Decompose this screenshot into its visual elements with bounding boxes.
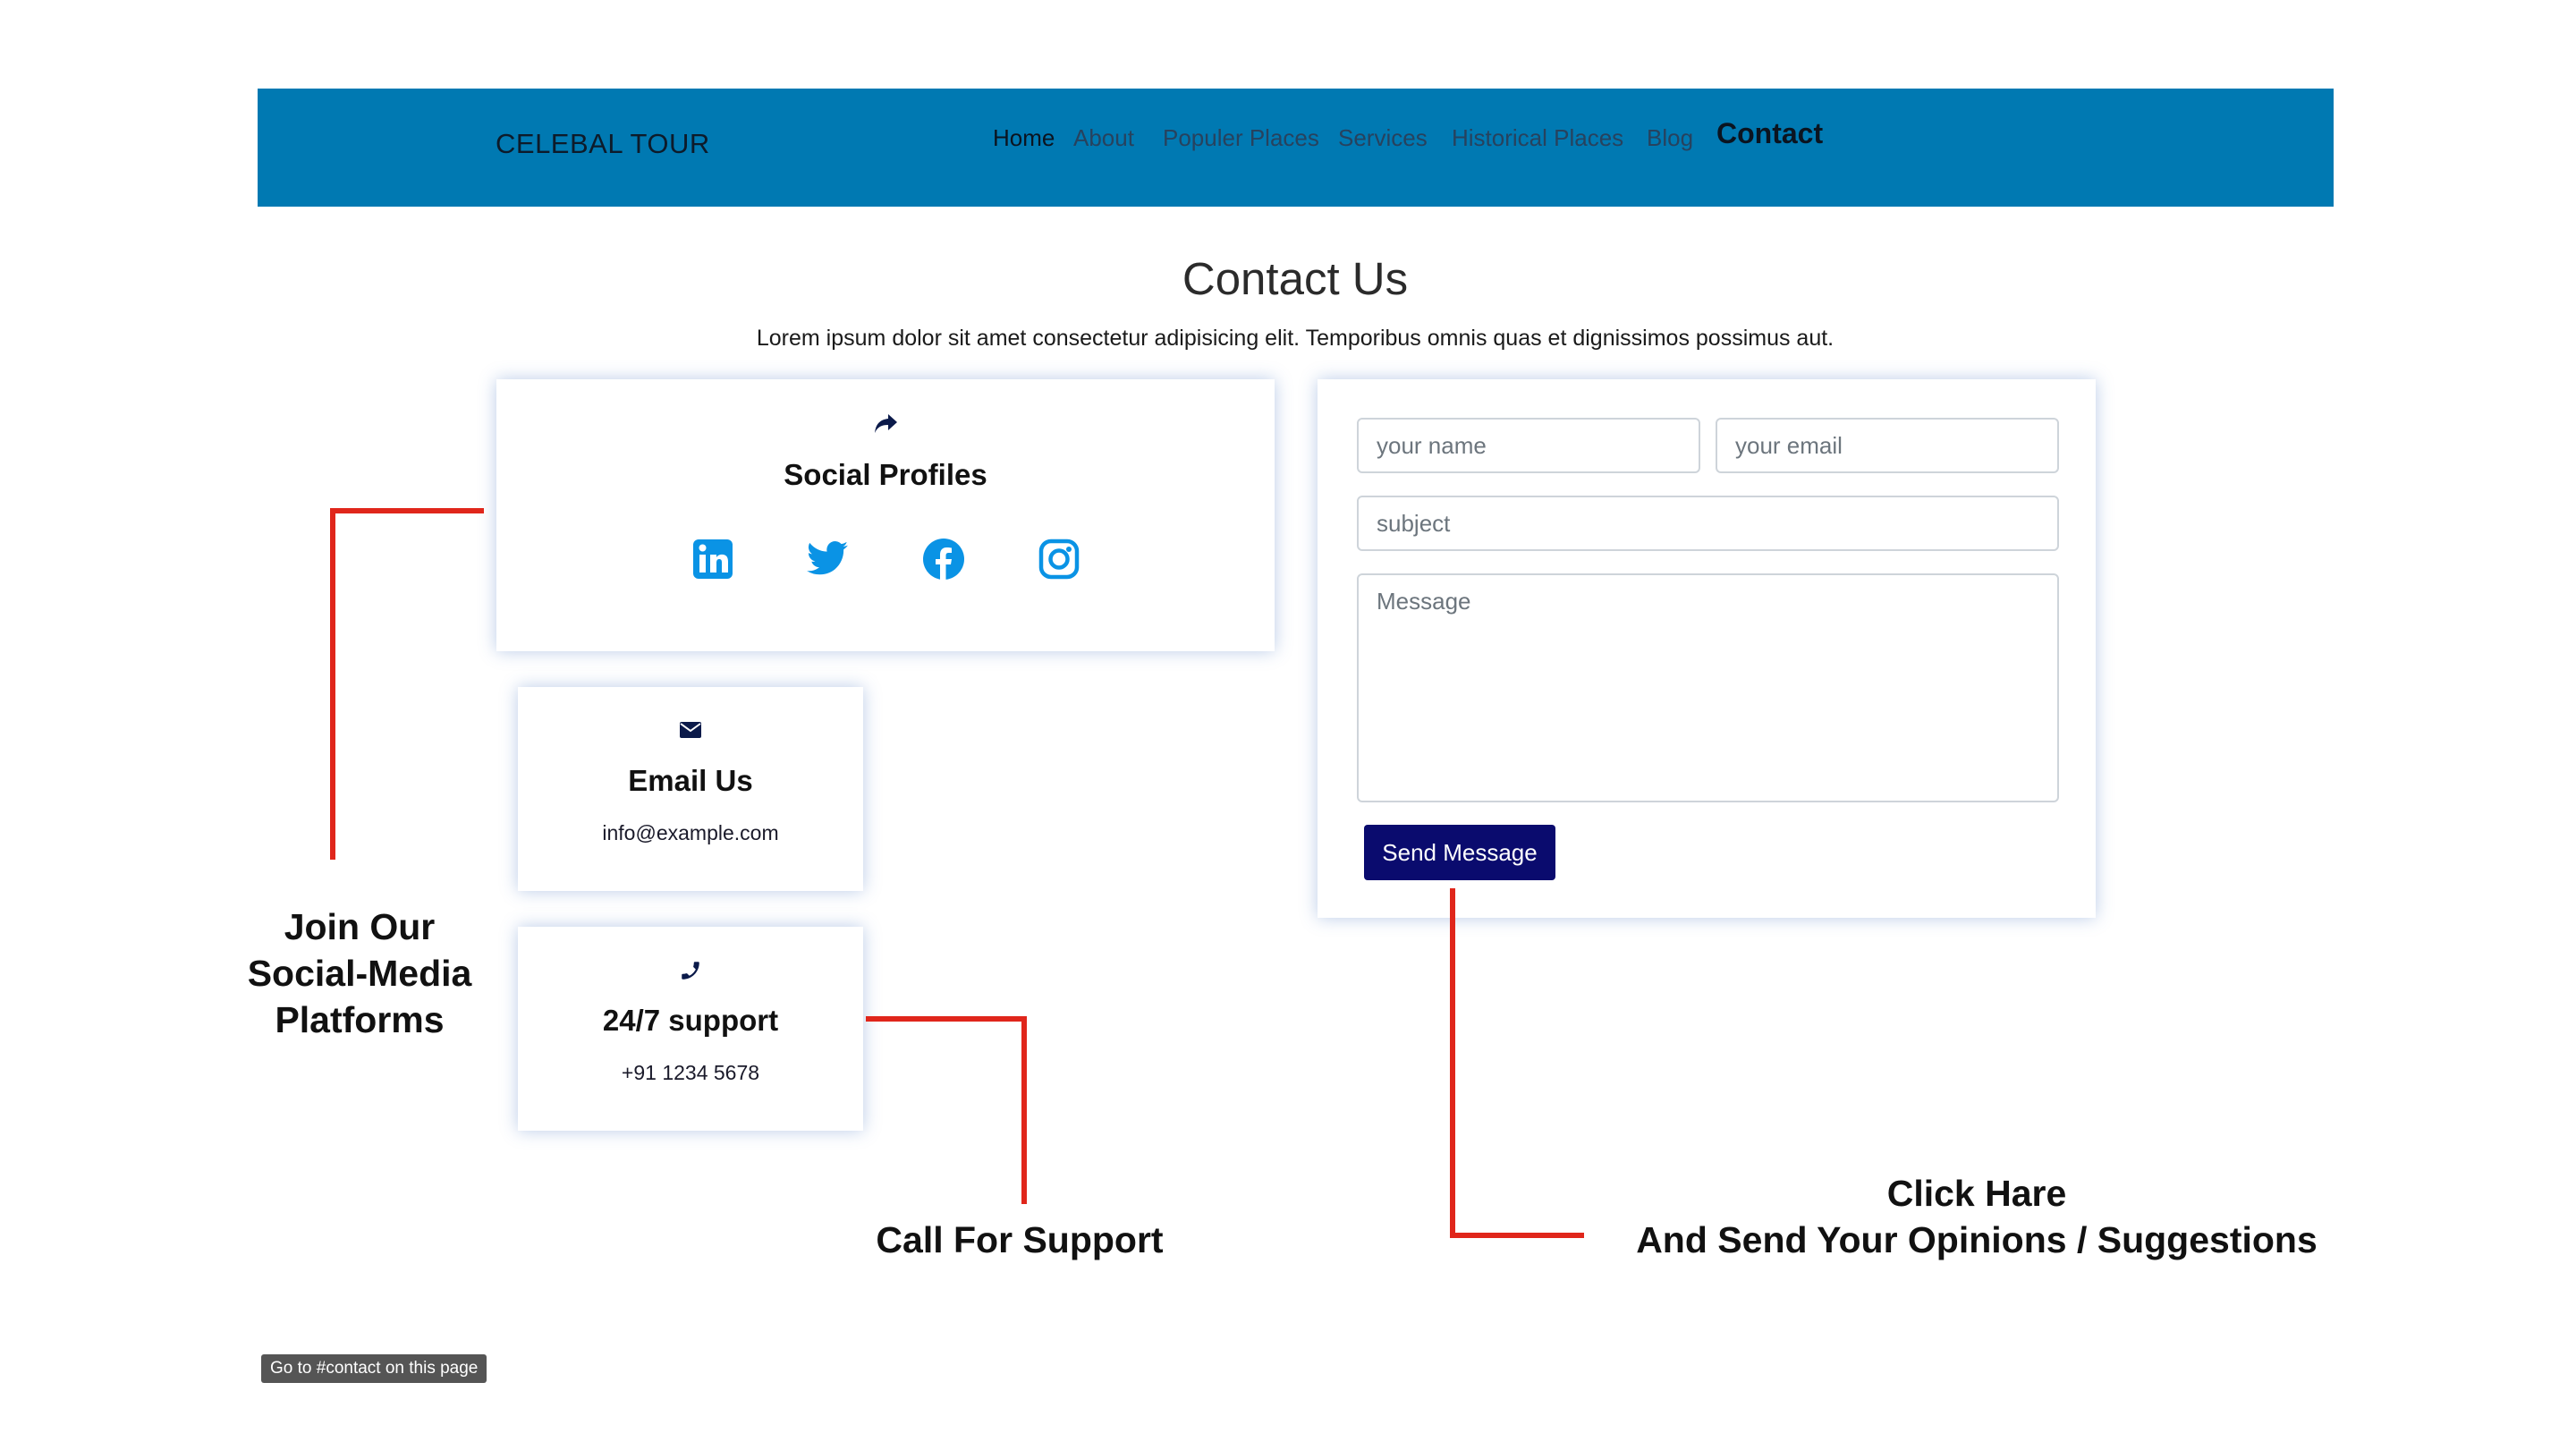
nav-services[interactable]: Services — [1338, 124, 1428, 152]
page-title: Contact Us — [1182, 253, 1409, 304]
link-status-tooltip: Go to #contact on this page — [261, 1354, 487, 1383]
name-input[interactable] — [1357, 418, 1700, 473]
card-title: 24/7 support — [602, 1004, 779, 1037]
instagram-icon[interactable] — [1037, 537, 1081, 581]
page-subtitle: Lorem ipsum dolor sit amet consectetur a… — [756, 326, 1835, 351]
subject-input[interactable] — [1357, 496, 2059, 551]
phone-number: +91 1234 5678 — [621, 1061, 760, 1084]
phone-icon — [518, 959, 863, 987]
annotation-line — [330, 508, 484, 513]
brand-logo[interactable]: CELEBAL TOUR — [496, 128, 710, 160]
annotation-line — [1021, 1016, 1027, 1204]
email-input[interactable] — [1716, 418, 2059, 473]
send-message-button[interactable]: Send Message — [1364, 825, 1555, 880]
nav-home[interactable]: Home — [993, 124, 1055, 152]
annotation-line — [866, 1016, 1027, 1022]
annotation-line — [330, 508, 335, 860]
nav-historical-places[interactable]: Historical Places — [1452, 124, 1623, 152]
contact-form-card: Send Message — [1318, 379, 2096, 918]
email-address: info@example.com — [602, 821, 779, 844]
message-textarea[interactable] — [1357, 573, 2059, 802]
nav-blog[interactable]: Blog — [1647, 124, 1693, 152]
email-card: Email Us info@example.com — [518, 687, 863, 891]
facebook-icon[interactable] — [921, 537, 966, 581]
support-card: 24/7 support +91 1234 5678 — [518, 927, 863, 1131]
navbar: CELEBAL TOUR Home About Populer Places S… — [258, 89, 2334, 207]
envelope-icon — [518, 721, 863, 743]
annotation-support: Call For Support — [876, 1219, 1164, 1260]
nav-about[interactable]: About — [1073, 124, 1134, 152]
social-profiles-card: Social Profiles — [496, 379, 1275, 651]
annotation-form: Click Hare And Send Your Opinions / Sugg… — [1636, 1173, 2318, 1260]
card-title: Email Us — [628, 764, 753, 797]
annotation-line — [1450, 888, 1455, 1238]
card-title: Social Profiles — [784, 458, 987, 491]
nav-contact[interactable]: Contact — [1716, 117, 1823, 150]
nav-populer-places[interactable]: Populer Places — [1163, 124, 1319, 152]
linkedin-icon[interactable] — [691, 537, 735, 581]
share-icon — [496, 411, 1275, 441]
annotation-social: Join Our Social-Media Platforms — [247, 906, 472, 1040]
twitter-icon[interactable] — [805, 537, 850, 581]
annotation-line — [1450, 1233, 1584, 1238]
